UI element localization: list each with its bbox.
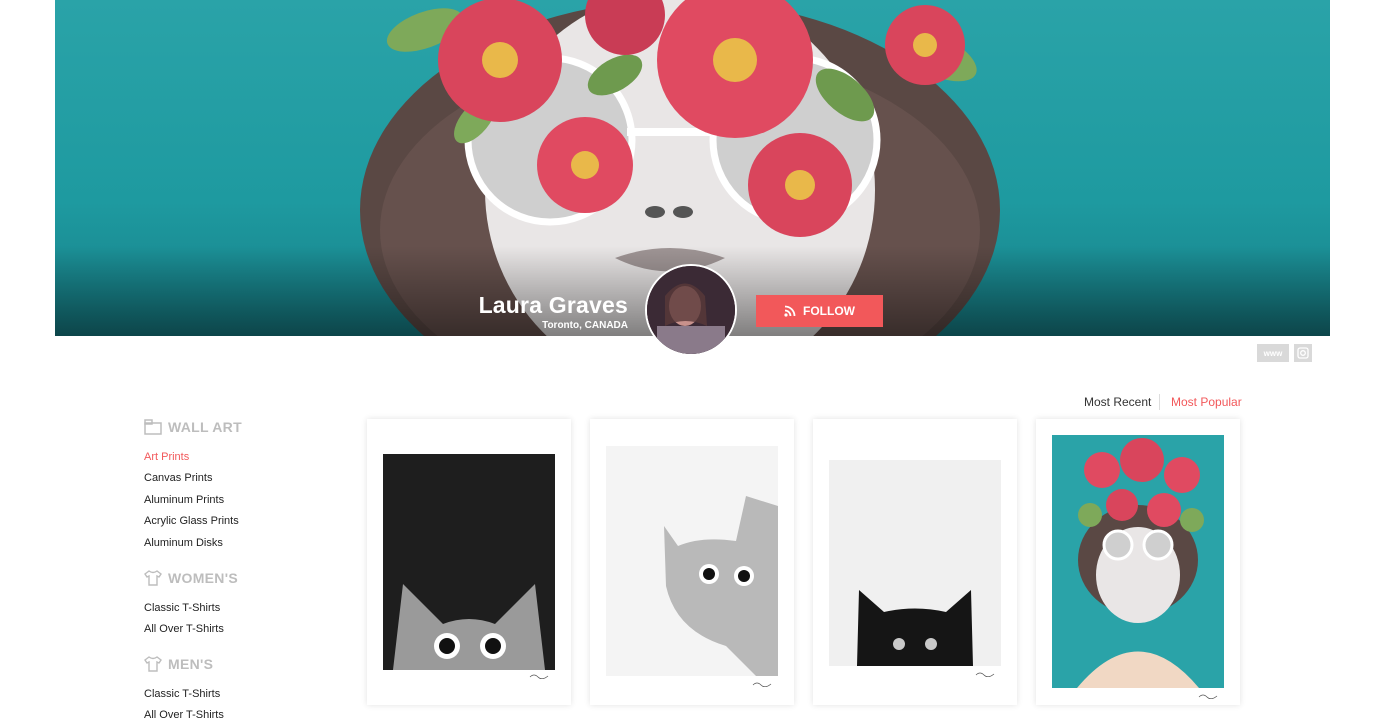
sidebar-item-aluminum-prints[interactable]: Aluminum Prints xyxy=(144,494,224,506)
product-artwork xyxy=(1052,435,1224,688)
tshirt-icon xyxy=(144,656,162,672)
instagram-icon xyxy=(1297,347,1309,359)
follow-label: FOLLOW xyxy=(803,304,855,318)
website-link[interactable]: www xyxy=(1257,344,1289,362)
product-card[interactable] xyxy=(590,419,794,705)
product-card[interactable] xyxy=(813,419,1017,705)
product-image[interactable] xyxy=(1052,435,1224,688)
artist-signature xyxy=(1198,694,1218,699)
tshirt-icon xyxy=(144,570,162,586)
sidebar-heading-label: WALL ART xyxy=(168,419,242,435)
sidebar-heading-wall-art[interactable]: WALL ART xyxy=(144,419,242,435)
sidebar-item-mens-classic-tshirts[interactable]: Classic T-Shirts xyxy=(144,688,220,700)
sort-most-popular[interactable]: Most Popular xyxy=(1171,395,1242,409)
sidebar-item-mens-all-over-tshirts[interactable]: All Over T-Shirts xyxy=(144,709,224,721)
product-artwork xyxy=(606,446,778,676)
sort-most-recent[interactable]: Most Recent xyxy=(1084,395,1151,409)
product-image[interactable] xyxy=(606,446,778,676)
product-artwork xyxy=(829,460,1001,666)
artist-signature xyxy=(752,682,772,687)
product-artwork xyxy=(383,454,555,670)
product-image[interactable] xyxy=(383,454,555,670)
www-icon: www xyxy=(1263,348,1283,358)
artist-signature xyxy=(975,672,995,677)
artist-avatar[interactable] xyxy=(645,264,737,356)
avatar-photo xyxy=(647,266,735,354)
sidebar-heading-womens[interactable]: WOMEN'S xyxy=(144,570,238,586)
sidebar-item-womens-classic-tshirts[interactable]: Classic T-Shirts xyxy=(144,602,220,614)
sort-divider xyxy=(1159,394,1160,410)
sidebar-item-aluminum-disks[interactable]: Aluminum Disks xyxy=(144,537,223,549)
artist-location: Toronto, CANADA xyxy=(542,320,628,331)
artist-signature xyxy=(529,674,549,679)
product-image[interactable] xyxy=(829,460,1001,666)
follow-button[interactable]: FOLLOW xyxy=(756,295,883,327)
sidebar-heading-mens[interactable]: MEN'S xyxy=(144,656,213,672)
artist-name: Laura Graves xyxy=(478,292,628,318)
frame-icon xyxy=(144,419,162,435)
sidebar-heading-label: WOMEN'S xyxy=(168,570,238,586)
instagram-link[interactable] xyxy=(1294,344,1312,362)
sidebar-item-acrylic-glass-prints[interactable]: Acrylic Glass Prints xyxy=(144,515,239,527)
sidebar-item-canvas-prints[interactable]: Canvas Prints xyxy=(144,472,212,484)
product-card[interactable] xyxy=(1036,419,1240,705)
rss-icon xyxy=(784,305,796,317)
sidebar-item-art-prints[interactable]: Art Prints xyxy=(144,451,189,463)
sidebar-item-womens-all-over-tshirts[interactable]: All Over T-Shirts xyxy=(144,623,224,635)
sidebar-heading-label: MEN'S xyxy=(168,656,214,672)
product-card[interactable] xyxy=(367,419,571,705)
